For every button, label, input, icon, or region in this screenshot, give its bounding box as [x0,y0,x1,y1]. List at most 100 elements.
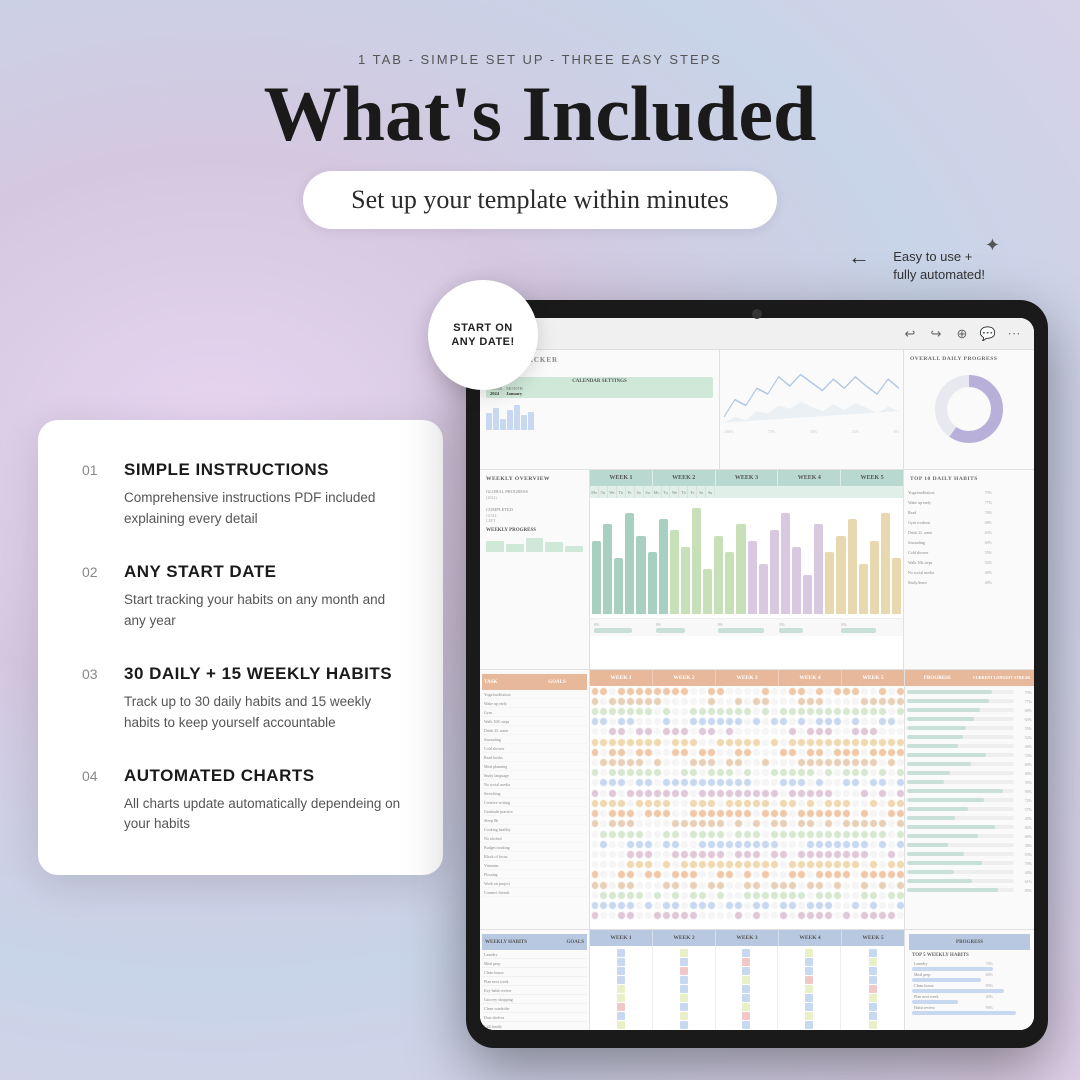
cal-month-field: MONTH January [506,386,523,396]
habit-dot [770,911,779,920]
habit-dot [617,707,626,716]
habit-dot [680,738,689,747]
habit-dot [591,850,600,859]
habit-dot [743,768,752,777]
habit-dot [653,727,662,736]
habit-dot [815,819,824,828]
habit-dot [644,870,653,879]
habit-dot [860,911,869,920]
habit-dot [653,911,662,920]
habit-dot [896,758,904,767]
ss-habit-main-grid: WEEK 1 WEEK 2 WEEK 3 WEEK 4 WEEK 5 [590,670,904,929]
donut-chart [908,364,1030,454]
habit-dot [689,758,698,767]
habit-dot [887,789,896,798]
comment-icon[interactable]: 💬 [980,326,996,342]
habit-dot [878,748,887,757]
habit-dot [689,850,698,859]
habit-dot [770,870,779,879]
share-icon[interactable]: ⊕ [954,326,970,342]
habit-dot [617,717,626,726]
feature-desc-2: Start tracking your habits on any month … [82,590,403,632]
habit-dot [797,727,806,736]
habit-dot [608,687,617,696]
habit-dot [779,717,788,726]
habit-dot [815,799,824,808]
habit-dot [689,809,698,818]
habit-dot [743,717,752,726]
habit-dot [752,911,761,920]
habit-dot [617,778,626,787]
habit-dot [752,778,761,787]
habit-dot [599,748,608,757]
habit-dot [824,748,833,757]
habit-dot [887,727,896,736]
habit-dot [689,789,698,798]
habit-dot [896,778,904,787]
habit-dot [608,901,617,910]
weekly-progress-bars [484,534,585,554]
habit-dot [608,891,617,900]
more-icon[interactable]: ··· [1006,326,1022,342]
habit-dot [815,830,824,839]
main-title: What's Included [0,75,1080,153]
habit-dot [860,881,869,890]
habit-dot [716,738,725,747]
redo-icon[interactable]: ↪ [928,326,944,342]
bar-7 [528,412,534,430]
feature-item-3: 03 30 DAILY + 15 WEEKLY HABITS Track up … [82,664,403,734]
habit-dot [788,881,797,890]
habit-dot [707,768,716,777]
habit-dot [743,901,752,910]
habit-dot [716,850,725,859]
habit-dot [626,687,635,696]
ss-weekly-left: WEEKLY OVERVIEW GLOBAL PROGRESS (2024) C… [480,470,590,669]
habit-dot [707,809,716,818]
habit-dot [806,758,815,767]
habit-dot [779,911,788,920]
habit-dot [896,819,904,828]
habit-dot [671,819,680,828]
habit-dot [653,738,662,747]
habit-dot [698,870,707,879]
week-headers: WEEK 1 WEEK 2 WEEK 3 WEEK 4 WEEK 5 [590,470,903,486]
habit-dot [680,707,689,716]
habit-dot [644,789,653,798]
habit-dot [896,707,904,716]
habit-dot [860,717,869,726]
habit-dot [887,830,896,839]
habit-dot [761,789,770,798]
habit-dot [707,830,716,839]
habit-dot [698,911,707,920]
feature-header-1: 01 SIMPLE INSTRUCTIONS [82,460,403,480]
habit-dot [707,799,716,808]
habit-dot [896,799,904,808]
habit-dot [626,707,635,716]
habit-dot [770,799,779,808]
habit-dot [680,840,689,849]
habit-dot [824,901,833,910]
top-habit-row: Drink 2L water 63% [908,528,1030,536]
habit-dot [869,799,878,808]
habit-dot [599,850,608,859]
habit-dot [761,881,770,890]
habit-dot [770,778,779,787]
habit-dot [761,870,770,879]
habit-dot [743,758,752,767]
habit-dot [698,789,707,798]
habit-dot [617,738,626,747]
habit-dot [860,778,869,787]
habit-dot [824,860,833,869]
ss-weekly-section: WEEKLY OVERVIEW GLOBAL PROGRESS (2024) C… [480,470,1034,670]
habit-dot [761,830,770,839]
habit-dot [761,707,770,716]
habit-dot [806,901,815,910]
habit-dot [860,860,869,869]
undo-icon[interactable]: ↩ [902,326,918,342]
habit-dot [680,717,689,726]
habit-dot [671,809,680,818]
habit-dot [833,717,842,726]
habit-dot [591,840,600,849]
habit-dot [707,840,716,849]
habit-dot [734,819,743,828]
